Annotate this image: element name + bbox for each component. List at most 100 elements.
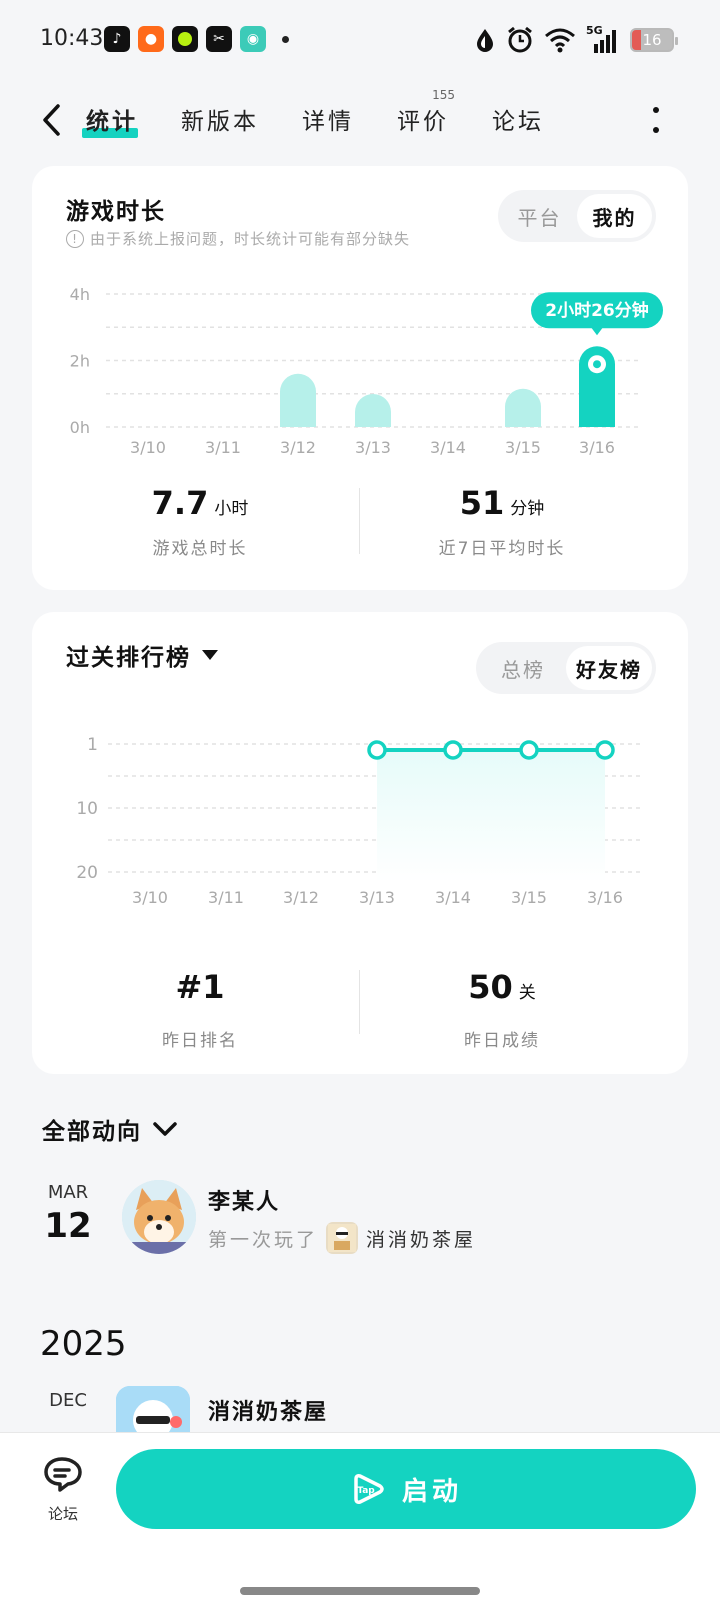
playtime-chart: 0h 2h 4h 3/10 3/11 3/12 3/13 3/14 3/15 3/16 2小时26分… (70, 285, 663, 457)
rank-point (595, 740, 615, 760)
activity-game-name[interactable]: 消消奶茶屋 (366, 1225, 476, 1252)
tab-label: 论坛 (492, 109, 544, 135)
battery-icon: 16 (630, 28, 678, 52)
y-tick-label: 20 (76, 863, 98, 883)
y-tick-label: 1 (87, 735, 98, 755)
x-tick-label: 3/13 (355, 438, 391, 457)
total-playtime-stat: 7.7 小时 游戏总时长 (40, 484, 360, 559)
tap-logo-icon: Tap (354, 1474, 384, 1504)
app-notification-icon (172, 26, 198, 52)
activity-filter-dropdown[interactable]: 全部动向 (42, 1112, 178, 1146)
cellular-signal-icon: 5G (586, 24, 620, 53)
ranking-title-dropdown[interactable]: 过关排行榜 (66, 638, 219, 672)
activity-month: DEC (49, 1390, 87, 1411)
tab-details[interactable]: 详情 (302, 102, 354, 136)
rank-point (367, 740, 387, 760)
total-playtime-unit: 小时 (214, 499, 249, 519)
data-saver-icon (477, 29, 493, 52)
forum-button[interactable]: 论坛 (36, 1455, 90, 1524)
chart-bar (280, 373, 316, 427)
battery-level: 16 (642, 31, 662, 49)
x-tick-label: 3/16 (587, 888, 623, 907)
chart-bar (505, 388, 541, 427)
tap-logo-text: Tap (357, 1486, 375, 1496)
chart-bar (355, 394, 391, 427)
app-notification-icon: ● (138, 26, 164, 52)
y-tick-label: 2h (70, 352, 90, 371)
ranking-title: 过关排行榜 (66, 645, 191, 671)
x-tick-label: 3/11 (205, 438, 241, 457)
tab-reviews[interactable]: 评价 155 (397, 88, 455, 136)
yesterday-score-unit: 关 (518, 983, 536, 1003)
playtime-title: 游戏时长 (66, 199, 166, 225)
ranking-card: 过关排行榜 总榜 好友榜 1 10 20 3/10 3/11 3/12 3/13 3/14 3/… (32, 612, 688, 1074)
activity-item[interactable]: MAR 12 李某人 第一次玩了 消消奶茶屋 (40, 1178, 680, 1268)
toggle-mine[interactable]: 我的 (577, 194, 652, 238)
capcut-icon: ✂ (206, 26, 232, 52)
average-playtime-label: 近7日平均时长 (438, 539, 566, 559)
network-type: 5G (586, 24, 603, 37)
average-playtime-unit: 分钟 (510, 499, 545, 519)
more-options-icon[interactable] (652, 106, 660, 134)
top-navigation: 统计 新版本 详情 评价 155 论坛 (0, 84, 720, 156)
review-count-badge: 155 (432, 88, 455, 102)
rank-area (377, 750, 605, 882)
notification-icons: ♪ ● ✂ ◉ (104, 26, 289, 52)
activity-user-name[interactable]: 消消奶茶屋 (208, 1394, 328, 1426)
tab-bar: 统计 新版本 详情 评价 155 论坛 (82, 88, 587, 138)
toggle-friends[interactable]: 好友榜 (566, 646, 652, 690)
launch-button[interactable]: Tap 启动 (116, 1449, 696, 1529)
yesterday-rank-stat: #1 昨日排名 (40, 968, 360, 1051)
app-notification-icon: ◉ (240, 26, 266, 52)
dropdown-triangle-icon (202, 650, 218, 660)
ranking-chart: 1 10 20 3/10 3/11 3/12 3/13 3/14 3/15 3/16 (76, 735, 644, 907)
yesterday-score-value: 50 (468, 968, 513, 1006)
x-tick-label: 3/12 (280, 438, 316, 457)
toggle-platform[interactable]: 平台 (502, 194, 577, 238)
tab-new-version[interactable]: 新版本 (181, 102, 259, 136)
x-tick-label: 3/15 (511, 888, 547, 907)
yesterday-rank-value: #1 (175, 968, 225, 1006)
chevron-down-icon (153, 1122, 177, 1136)
avatar[interactable] (122, 1180, 196, 1254)
wifi-icon (545, 28, 575, 53)
status-time: 10:43 (40, 26, 104, 51)
ranking-toggle: 总榜 好友榜 (476, 642, 656, 694)
playtime-note: ! 由于系统上报问题，时长统计可能有部分缺失 (66, 228, 410, 249)
tooltip-text: 2小时26分钟 (545, 300, 649, 321)
x-tick-label: 3/14 (430, 438, 466, 457)
tab-label: 新版本 (181, 109, 259, 135)
forum-label: 论坛 (47, 1505, 78, 1523)
rank-point (519, 740, 539, 760)
x-tick-label: 3/12 (283, 888, 319, 907)
toggle-overall[interactable]: 总榜 (480, 646, 566, 690)
activity-user-name[interactable]: 李某人 (208, 1184, 280, 1216)
highlight-marker-dot (593, 360, 601, 369)
note-text: 由于系统上报问题，时长统计可能有部分缺失 (90, 230, 411, 248)
x-tick-label: 3/10 (130, 438, 166, 457)
tab-label: 评价 (397, 109, 449, 135)
game-icon (326, 1222, 359, 1254)
average-playtime-value: 51 (459, 484, 505, 522)
x-tick-label: 3/16 (579, 438, 615, 457)
yesterday-score-label: 昨日成绩 (464, 1031, 540, 1051)
forum-chat-icon (44, 1457, 82, 1492)
more-notifications-dot (282, 35, 289, 43)
back-arrow-icon[interactable] (36, 100, 68, 140)
activity-day: 12 (44, 1206, 92, 1246)
yesterday-rank-label: 昨日排名 (162, 1031, 238, 1051)
yesterday-score-stat: 50 关 昨日成绩 (342, 968, 662, 1051)
info-icon: ! (66, 229, 84, 248)
system-icons: 5G 16 (474, 24, 678, 54)
y-tick-label: 10 (76, 799, 98, 819)
y-tick-label: 4h (70, 285, 90, 304)
total-playtime-label: 游戏总时长 (152, 539, 248, 559)
tab-statistics[interactable]: 统计 (82, 102, 138, 138)
tab-forum[interactable]: 论坛 (492, 102, 544, 136)
launch-label: 启动 (401, 1476, 462, 1507)
status-bar: 10:43 ♪ ● ✂ ◉ 5G 16 (0, 0, 720, 84)
x-tick-label: 3/15 (505, 438, 541, 457)
playtime-card: 游戏时长 ! 由于系统上报问题，时长统计可能有部分缺失 平台 我的 0h 2h 4h… (32, 166, 688, 590)
tooltip-pointer (591, 327, 603, 336)
home-indicator[interactable] (240, 1587, 480, 1595)
